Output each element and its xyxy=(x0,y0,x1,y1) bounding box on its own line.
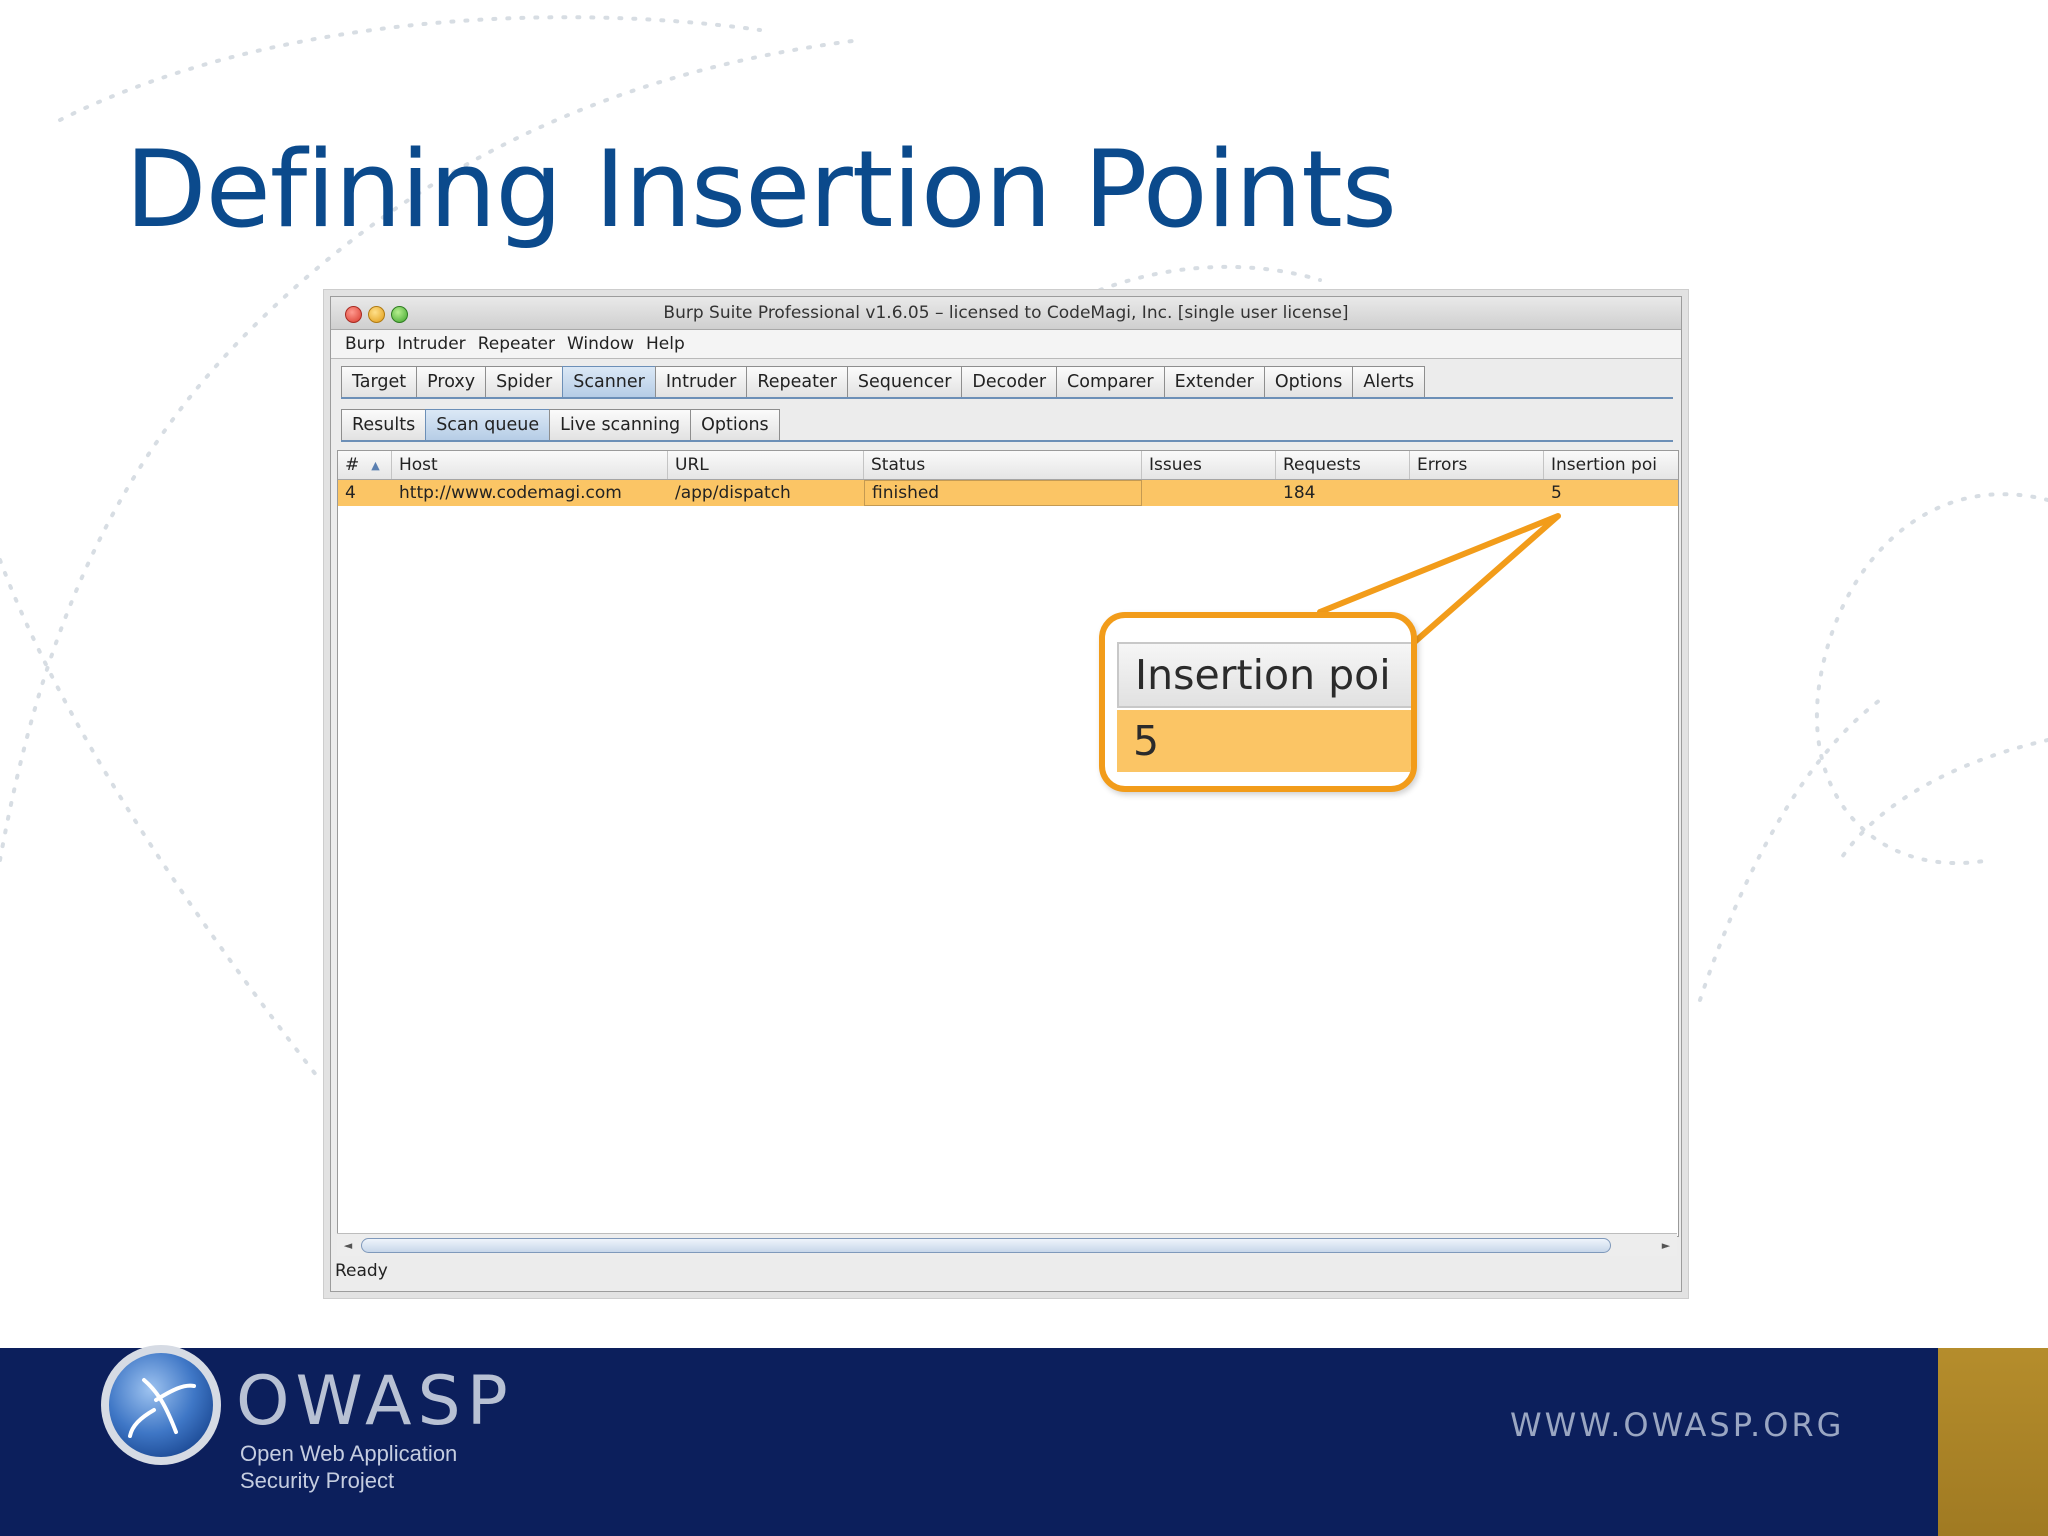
burp-window: Burp Suite Professional v1.6.05 – licens… xyxy=(330,296,1682,1292)
column-header-errors[interactable]: Errors xyxy=(1410,451,1544,479)
column-header-insertion-points[interactable]: Insertion poi xyxy=(1544,451,1678,479)
sort-ascending-icon: ▲ xyxy=(371,458,380,472)
subtab-scan-queue[interactable]: Scan queue xyxy=(425,409,551,440)
subtab-live-scanning[interactable]: Live scanning xyxy=(549,409,692,440)
table-header: # ▲ Host URL Status Issues Requests Erro… xyxy=(338,451,1678,480)
horizontal-scrollbar[interactable]: ◄ ► xyxy=(337,1233,1677,1256)
menu-bar: Burp Intruder Repeater Window Help xyxy=(331,330,1681,359)
scrollbar-thumb[interactable] xyxy=(361,1238,1611,1253)
column-header-number[interactable]: # ▲ xyxy=(338,451,392,479)
cell-insertion-points: 5 xyxy=(1551,483,1562,503)
tab-sequencer[interactable]: Sequencer xyxy=(846,366,963,397)
callout-column-header: Insertion poi xyxy=(1117,642,1411,708)
scroll-right-icon[interactable]: ► xyxy=(1657,1236,1675,1254)
status-text: Ready xyxy=(335,1261,388,1281)
column-header-issues[interactable]: Issues xyxy=(1142,451,1276,479)
scan-queue-table: # ▲ Host URL Status Issues Requests Erro… xyxy=(337,450,1679,1237)
tab-alerts[interactable]: Alerts xyxy=(1352,366,1426,397)
column-header-requests[interactable]: Requests xyxy=(1276,451,1410,479)
cell-status: finished xyxy=(864,480,1142,506)
tab-comparer[interactable]: Comparer xyxy=(1056,366,1165,397)
subtab-options[interactable]: Options xyxy=(690,409,780,440)
tab-intruder[interactable]: Intruder xyxy=(654,366,748,397)
column-header-url[interactable]: URL xyxy=(668,451,864,479)
owasp-wasp-logo-icon xyxy=(101,1345,221,1465)
subtab-results[interactable]: Results xyxy=(341,409,427,440)
cell-host: http://www.codemagi.com xyxy=(399,483,622,503)
tab-repeater[interactable]: Repeater xyxy=(746,366,848,397)
scanner-sub-tab-bar: Results Scan queue Live scanning Options xyxy=(341,406,1673,442)
scroll-left-icon[interactable]: ◄ xyxy=(339,1236,357,1254)
window-titlebar[interactable]: Burp Suite Professional v1.6.05 – licens… xyxy=(331,297,1681,330)
cell-requests: 184 xyxy=(1283,483,1316,503)
cell-url: /app/dispatch xyxy=(675,483,791,503)
tab-spider[interactable]: Spider xyxy=(485,366,564,397)
cell-number: 4 xyxy=(345,483,356,503)
cell-errors xyxy=(1410,480,1544,506)
menu-burp[interactable]: Burp xyxy=(345,334,385,354)
insertion-points-callout: Insertion poi 5 xyxy=(1099,612,1417,792)
tab-scanner[interactable]: Scanner xyxy=(562,366,656,397)
tab-target[interactable]: Target xyxy=(341,366,418,397)
callout-value: 5 xyxy=(1117,710,1411,772)
main-tab-bar: Target Proxy Spider Scanner Intruder Rep… xyxy=(341,363,1673,399)
tab-extender[interactable]: Extender xyxy=(1163,366,1265,397)
owasp-tagline: Open Web Application Security Project xyxy=(240,1441,458,1493)
menu-help[interactable]: Help xyxy=(646,334,685,354)
footer-gold-block xyxy=(1938,1348,2048,1536)
cell-issues xyxy=(1142,480,1276,506)
menu-repeater[interactable]: Repeater xyxy=(478,334,555,354)
column-header-status[interactable]: Status xyxy=(864,451,1142,479)
footer-url[interactable]: WWW.OWASP.ORG xyxy=(1510,1406,1844,1444)
table-row[interactable]: 4 http://www.codemagi.com /app/dispatch … xyxy=(338,480,1678,506)
tab-decoder[interactable]: Decoder xyxy=(961,366,1058,397)
tab-proxy[interactable]: Proxy xyxy=(416,366,487,397)
column-header-host[interactable]: Host xyxy=(392,451,668,479)
window-title: Burp Suite Professional v1.6.05 – licens… xyxy=(663,303,1349,323)
menu-window[interactable]: Window xyxy=(567,334,634,354)
owasp-wordmark: OWASP xyxy=(236,1362,514,1441)
tab-options[interactable]: Options xyxy=(1263,366,1354,397)
menu-intruder[interactable]: Intruder xyxy=(397,334,465,354)
slide-title: Defining Insertion Points xyxy=(125,128,1397,251)
